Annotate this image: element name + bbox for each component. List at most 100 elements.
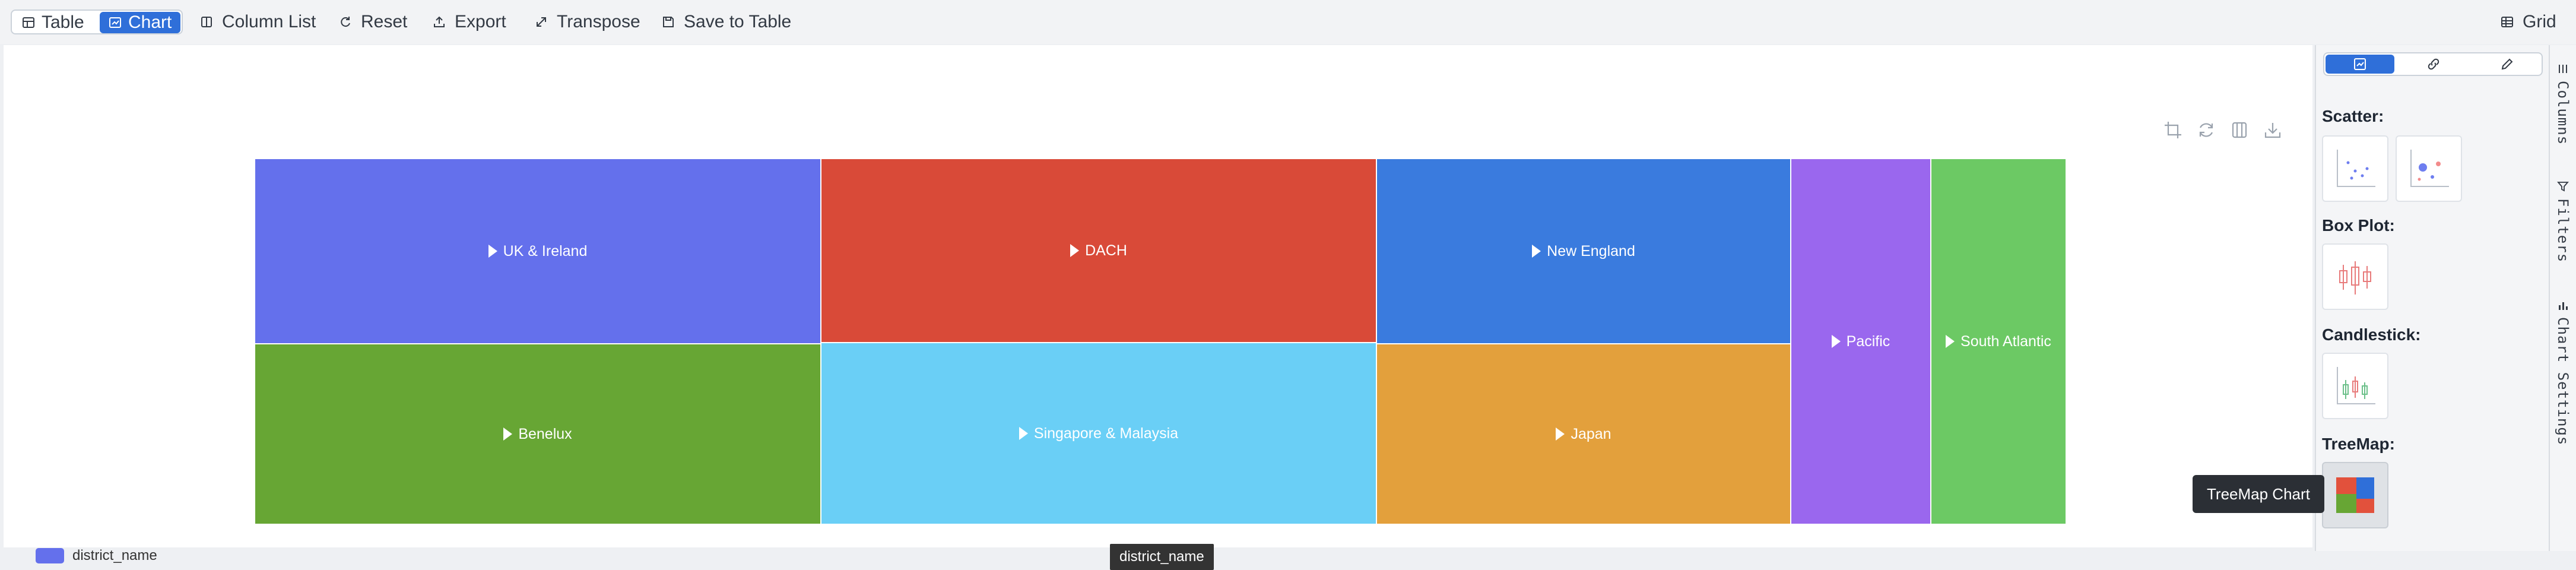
section-title-scatter: Scatter: xyxy=(2322,107,2384,125)
treemap-cell-pacific[interactable]: Pacific xyxy=(1791,159,1931,525)
treemap-cell-singapore-malaysia[interactable]: Singapore & Malaysia xyxy=(821,343,1377,525)
treemap-cell-japan[interactable]: Japan xyxy=(1377,344,1791,525)
tab-link[interactable] xyxy=(2399,55,2468,74)
export-label: Export xyxy=(455,12,506,31)
legend-label: district_name xyxy=(72,547,157,563)
chart-panel: UK & Ireland Benelux DACH Singapore & Ma… xyxy=(4,45,2312,570)
table-view-button[interactable]: Table xyxy=(13,12,93,33)
chart-type-bubble[interactable] xyxy=(2396,135,2462,202)
transpose-icon xyxy=(537,17,546,27)
vtab-filters-label: Filters xyxy=(2555,198,2571,263)
cell-label: Benelux xyxy=(518,425,572,442)
transpose-button[interactable]: Transpose xyxy=(534,0,640,44)
pencil-icon xyxy=(2501,58,2513,70)
cell-label: Singapore & Malaysia xyxy=(1033,425,1179,442)
toolbar: Table Chart Column List Reset Export Tra… xyxy=(0,0,2576,44)
scatter-chart-icon xyxy=(2337,150,2375,187)
export-icon xyxy=(434,16,445,27)
expand-triangle-icon xyxy=(503,428,513,441)
sidebar-tabs xyxy=(2323,52,2543,76)
grid-icon xyxy=(2501,17,2513,27)
grid-button[interactable]: Grid xyxy=(2500,0,2556,44)
expand-triangle-icon xyxy=(1532,245,1541,258)
filter-icon xyxy=(2557,182,2569,192)
legend-swatch xyxy=(36,548,64,563)
vtab-columns-label: Columns xyxy=(2555,81,2571,145)
vtab-filters[interactable]: Filters xyxy=(2550,180,2576,262)
treemap-cell-south-atlantic[interactable]: South Atlantic xyxy=(1931,159,2066,525)
download-tool[interactable] xyxy=(2261,119,2284,141)
expand-triangle-icon xyxy=(1019,427,1028,440)
tab-chart-type[interactable] xyxy=(2326,55,2394,74)
column-list-button[interactable]: Column List xyxy=(199,0,316,44)
vtab-chart-settings-label: Chart Settings xyxy=(2555,317,2571,446)
crop-icon xyxy=(2165,122,2181,138)
data-view-icon xyxy=(2232,122,2247,138)
expand-triangle-icon xyxy=(488,245,497,258)
candlestick-icon xyxy=(2337,367,2375,404)
refresh-icon xyxy=(2199,123,2213,137)
chart-view-label: Chart xyxy=(128,12,172,32)
chart-view-button[interactable]: Chart xyxy=(100,12,180,33)
expand-triangle-icon xyxy=(1831,335,1841,348)
cell-label: Japan xyxy=(1571,425,1611,442)
tab-edit[interactable] xyxy=(2473,55,2542,74)
cell-label: UK & Ireland xyxy=(503,242,588,259)
breadcrumb-label: district_name xyxy=(1119,549,1204,565)
save-icon xyxy=(663,17,674,27)
bubble-chart-icon xyxy=(2410,150,2449,187)
vertical-tab-strip: Columns Filters Chart Settings xyxy=(2549,45,2576,551)
save-to-table-label: Save to Table xyxy=(684,12,792,31)
column-list-icon xyxy=(201,17,212,27)
chart-icon xyxy=(109,17,121,28)
treemap-tooltip: TreeMap Chart xyxy=(2193,475,2324,513)
expand-triangle-icon xyxy=(1070,244,1080,257)
chart-type-scatter[interactable] xyxy=(2322,135,2388,202)
table-view-label: Table xyxy=(42,12,84,32)
tooltip-text: TreeMap Chart xyxy=(2207,484,2310,503)
expand-triangle-icon xyxy=(1946,335,1955,348)
box-plot-icon xyxy=(2339,261,2371,294)
chart-type-candlestick[interactable] xyxy=(2322,353,2388,419)
restore-tool[interactable] xyxy=(2195,119,2217,141)
bar-chart-icon xyxy=(2559,302,2568,310)
transpose-label: Transpose xyxy=(557,12,640,31)
vtab-chart-settings[interactable]: Chart Settings xyxy=(2550,299,2576,445)
cell-label: DACH xyxy=(1085,242,1127,259)
data-view-tool[interactable] xyxy=(2228,119,2251,141)
export-button[interactable]: Export xyxy=(432,0,506,44)
treemap-chart: UK & Ireland Benelux DACH Singapore & Ma… xyxy=(255,159,2066,525)
breadcrumb-tag[interactable]: district_name xyxy=(1110,544,1214,570)
treemap-cell-new-england[interactable]: New England xyxy=(1377,159,1791,344)
download-icon xyxy=(2264,123,2281,138)
chart-icon xyxy=(2354,58,2366,70)
chart-type-box-plot[interactable] xyxy=(2322,243,2388,310)
chart-type-treemap[interactable] xyxy=(2322,462,2388,528)
section-title-box-plot: Box Plot: xyxy=(2322,216,2395,235)
section-title-candlestick: Candlestick: xyxy=(2322,325,2421,344)
grid-label: Grid xyxy=(2523,12,2556,31)
treemap-icon xyxy=(2336,477,2374,513)
columns-icon xyxy=(2559,65,2567,73)
cell-label: South Atlantic xyxy=(1960,332,2051,350)
table-icon xyxy=(23,17,34,28)
crop-tool[interactable] xyxy=(2162,119,2184,141)
treemap-cell-dach[interactable]: DACH xyxy=(821,159,1377,343)
view-toggle: Table Chart xyxy=(11,10,183,34)
chart-toolbox xyxy=(2162,119,2284,142)
reset-button[interactable]: Reset xyxy=(338,0,407,44)
chart-settings-sidebar: Scatter: Box Plot: Candlestick: TreeMap: xyxy=(2315,45,2549,551)
save-to-table-button[interactable]: Save to Table xyxy=(661,0,791,44)
section-title-treemap: TreeMap: xyxy=(2322,435,2395,453)
vtab-columns[interactable]: Columns xyxy=(2550,63,2576,145)
column-list-label: Column List xyxy=(222,12,316,31)
reset-label: Reset xyxy=(361,12,408,31)
cell-label: New England xyxy=(1547,242,1635,259)
link-icon xyxy=(2428,58,2439,70)
treemap-cell-uk-ireland[interactable]: UK & Ireland xyxy=(255,159,821,344)
treemap-cell-benelux[interactable]: Benelux xyxy=(255,344,821,525)
chart-legend[interactable]: district_name xyxy=(36,547,157,564)
reset-icon xyxy=(341,17,350,27)
expand-triangle-icon xyxy=(1556,428,1565,441)
cell-label: Pacific xyxy=(1846,332,1890,350)
